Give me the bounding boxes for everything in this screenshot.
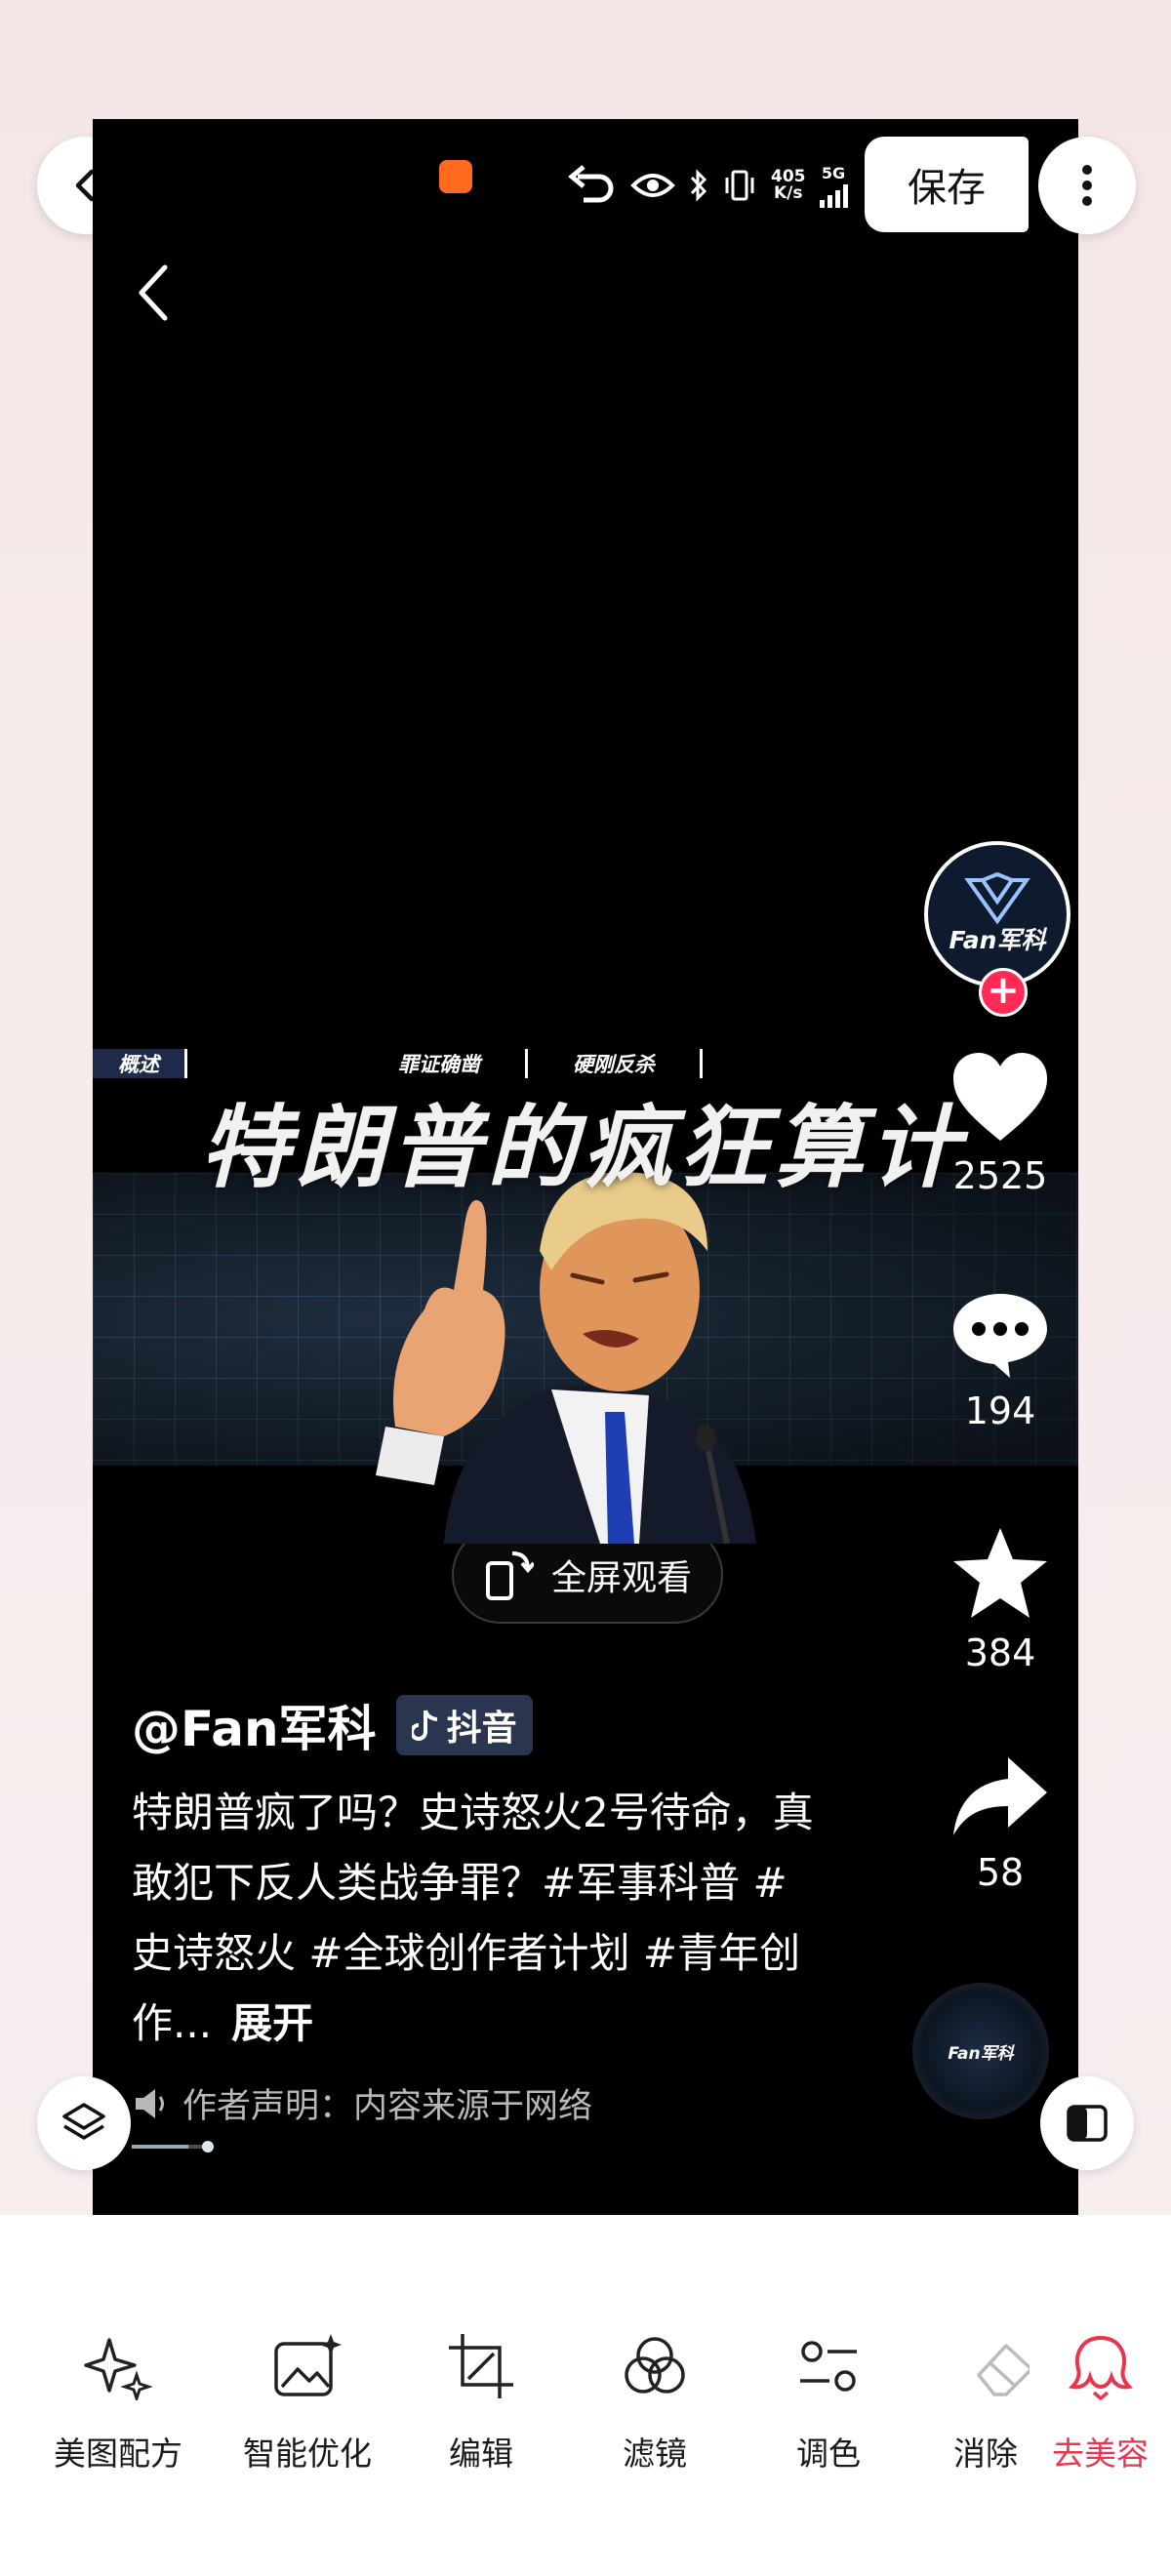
author-row: @Fan军科 抖音 xyxy=(132,1690,533,1760)
tool-label: 智能优化 xyxy=(243,2435,372,2473)
tool-label: 美图配方 xyxy=(54,2435,182,2473)
video-cover: 概述 罪证确凿 硬刚反杀 特朗普的疯狂算计 xyxy=(93,919,1078,1586)
music-disc[interactable]: Fan军科 xyxy=(912,1983,1049,2119)
platform-badge-label: 抖音 xyxy=(446,1709,517,1749)
tool-auto-enhance[interactable]: 智能优化 xyxy=(215,2322,400,2475)
layers-icon xyxy=(62,2103,105,2140)
image-sparkle-icon xyxy=(274,2334,342,2396)
tool-beauty[interactable]: 去美容 xyxy=(1030,2322,1171,2475)
comment-bubble-icon xyxy=(953,1294,1047,1378)
layers-button[interactable] xyxy=(37,2076,131,2170)
crop-icon xyxy=(449,2334,513,2398)
beauty-face-icon xyxy=(1068,2335,1133,2400)
favorite-button[interactable]: 384 xyxy=(903,1524,1078,1674)
screenshot-canvas[interactable]: 405 K/s 5G 概述 罪证确凿 硬刚反杀 特朗普的疯狂算计 全屏观看 Fa… xyxy=(93,119,1078,2215)
follow-button[interactable]: + xyxy=(979,968,1028,1017)
expand-link[interactable]: 展开 xyxy=(231,1999,313,2047)
douyin-note-icon xyxy=(411,1710,437,1741)
net-speed-unit: K/s xyxy=(773,183,803,203)
video-progress-bar[interactable] xyxy=(132,2141,214,2153)
status-bar: 405 K/s 5G xyxy=(566,156,848,215)
platform-badge: 抖音 xyxy=(395,1695,533,1755)
undo-arrow-icon xyxy=(568,165,614,203)
more-vertical-icon xyxy=(1082,165,1092,206)
tool-recipe[interactable]: 美图配方 xyxy=(25,2322,211,2475)
share-button[interactable]: 58 xyxy=(903,1753,1078,1894)
compare-button[interactable] xyxy=(1040,2076,1134,2170)
speaker-icon xyxy=(136,2088,164,2118)
tool-label: 滤镜 xyxy=(623,2435,687,2473)
tool-label: 去美容 xyxy=(1052,2435,1149,2473)
chapter-tab: 硬刚反杀 xyxy=(528,1049,703,1078)
bluetooth-icon xyxy=(690,169,707,202)
tool-eraser[interactable]: 消除 xyxy=(951,2322,1039,2475)
author-name[interactable]: @Fan军科 xyxy=(132,1690,377,1760)
comment-count: 194 xyxy=(964,1389,1036,1432)
star-icon xyxy=(953,1528,1047,1618)
signal-bars-icon xyxy=(819,182,848,208)
chapter-tab: 罪证确凿 xyxy=(353,1049,528,1078)
video-description: 特朗普疯了吗？史诗怒火2号待命，真敢犯下反人类战争罪？#军事科普 #史诗怒火 #… xyxy=(132,1778,815,2059)
author-logo-icon xyxy=(964,872,1030,925)
network-type: 5G xyxy=(821,163,846,182)
sparkles-icon xyxy=(84,2338,152,2400)
more-options-button[interactable] xyxy=(1038,137,1136,234)
adjust-icon xyxy=(800,2341,857,2392)
filter-circles-icon xyxy=(625,2337,685,2394)
tool-edit[interactable]: 编辑 xyxy=(388,2322,574,2475)
tool-label: 编辑 xyxy=(449,2435,513,2473)
share-arrow-icon xyxy=(953,1757,1047,1835)
music-disc-label: Fan军科 xyxy=(948,2043,1014,2064)
tool-label: 消除 xyxy=(953,2435,1018,2473)
app-notification-icon xyxy=(439,160,472,193)
tool-color-adjust[interactable]: 调色 xyxy=(736,2322,921,2475)
vibrate-icon xyxy=(725,170,754,201)
rotate-phone-icon xyxy=(485,1551,534,1600)
bottom-toolbar: 美图配方 智能优化 编辑 滤镜 调色 消除 去美容 xyxy=(0,2215,1171,2576)
fullscreen-label: 全屏观看 xyxy=(550,1558,692,1598)
compare-split-icon xyxy=(1067,2105,1108,2142)
progress-handle[interactable] xyxy=(202,2141,214,2153)
comment-button[interactable]: 194 xyxy=(903,1290,1078,1432)
save-button[interactable]: 保存 xyxy=(865,137,1029,232)
favorite-count: 384 xyxy=(964,1631,1036,1674)
author-avatar[interactable]: Fan军科 xyxy=(924,841,1070,987)
cell-signal: 5G xyxy=(819,163,848,208)
progress-fill xyxy=(132,2145,188,2149)
video-back-icon[interactable] xyxy=(136,263,171,322)
share-count: 58 xyxy=(976,1851,1025,1894)
avatar-text: Fan军科 xyxy=(949,926,1046,954)
cover-title: 特朗普的疯狂算计 xyxy=(200,1095,966,1200)
author-disclaimer: 作者声明：内容来源于网络 xyxy=(132,2078,592,2128)
tool-label: 调色 xyxy=(796,2435,861,2473)
tool-filter[interactable]: 滤镜 xyxy=(562,2322,747,2475)
chapter-tab: 概述 xyxy=(93,1049,187,1078)
disclaimer-text: 作者声明：内容来源于网络 xyxy=(182,2087,593,2126)
net-speed: 405 K/s xyxy=(771,169,806,202)
eye-icon xyxy=(630,174,675,197)
